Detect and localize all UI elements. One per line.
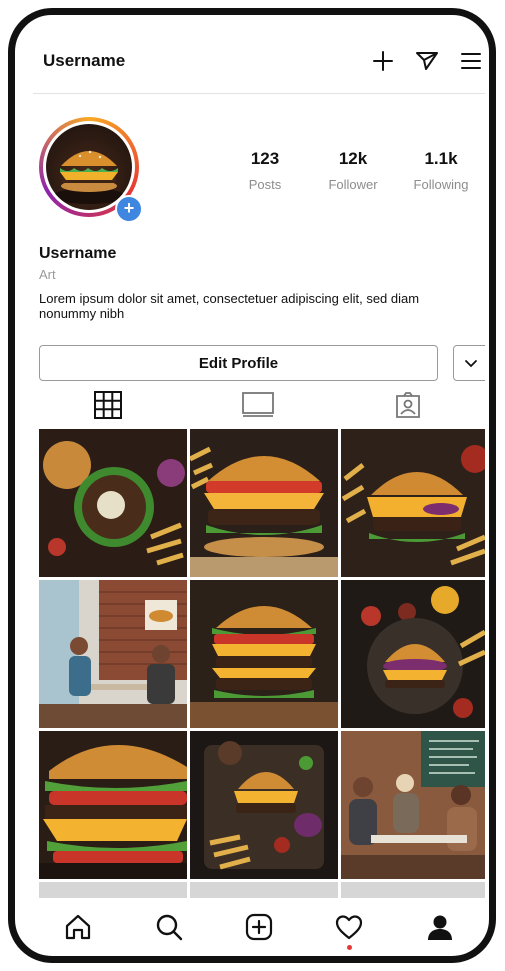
profile-stats: 123 Posts 12k Follower 1.1k Following [221, 149, 485, 199]
post-burger-top-view[interactable] [39, 429, 187, 577]
tagged-icon [396, 392, 420, 418]
stat-followers[interactable]: 12k Follower [309, 149, 397, 199]
send-icon[interactable] [413, 47, 441, 75]
nav-activity[interactable] [329, 907, 369, 950]
posts-grid [39, 429, 485, 879]
reels-icon [242, 392, 274, 417]
profile-name: Username [39, 245, 117, 262]
post-burger-board-fries[interactable] [190, 731, 338, 879]
home-icon [66, 914, 91, 940]
nav-profile[interactable] [420, 907, 460, 947]
stat-following[interactable]: 1.1k Following [397, 149, 485, 199]
tab-tagged[interactable] [333, 383, 483, 427]
notification-dot [347, 945, 353, 950]
header-actions [369, 47, 485, 75]
top-bar: Username [33, 33, 485, 94]
create-icon [245, 913, 273, 941]
profile-section: + 123 Posts 12k Follower 1.1k Following … [33, 109, 485, 409]
header-username[interactable]: Username [43, 51, 125, 71]
search-icon [156, 914, 182, 941]
screen: Username + 123 Posts 12k Follower 1.1k F… [33, 33, 485, 952]
stat-posts-label: Posts [248, 177, 282, 192]
grid-next-row [39, 882, 485, 898]
nav-create[interactable] [239, 907, 279, 947]
add-story-icon[interactable]: + [115, 195, 143, 223]
post-burger-cheese-fries[interactable] [190, 429, 338, 577]
nav-search[interactable] [149, 907, 189, 947]
avatar[interactable]: + [39, 117, 143, 223]
post-cafe-friends[interactable] [341, 731, 485, 879]
heart-icon [336, 915, 363, 940]
stat-posts[interactable]: 123 Posts [221, 149, 309, 199]
grid-icon [94, 391, 122, 419]
avatar-burger-image [46, 124, 132, 210]
chevron-down-icon[interactable] [453, 345, 485, 381]
tab-reels[interactable] [183, 383, 333, 427]
edit-profile-button[interactable]: Edit Profile [39, 345, 438, 381]
stat-following-label: Following [413, 177, 469, 192]
phone-frame: Username + 123 Posts 12k Follower 1.1k F… [8, 8, 496, 963]
post-burger-plate-top[interactable] [341, 580, 485, 728]
stat-following-value: 1.1k [424, 149, 458, 168]
post-double-burger[interactable] [190, 580, 338, 728]
plus-icon[interactable] [369, 47, 397, 75]
tab-grid[interactable] [33, 383, 183, 427]
post-burger-closeup[interactable] [39, 731, 187, 879]
stat-followers-value: 12k [338, 149, 368, 168]
nav-home[interactable] [58, 907, 98, 947]
menu-icon[interactable] [457, 47, 485, 75]
stat-posts-value: 123 [250, 149, 280, 168]
content-tabs [33, 383, 485, 427]
profile-category: Art [39, 267, 56, 282]
bottom-nav [33, 901, 485, 952]
profile-icon [427, 915, 452, 940]
profile-bio: Lorem ipsum dolor sit amet, consectetuer… [39, 291, 420, 321]
post-burger-onion-sauce[interactable] [341, 429, 485, 577]
post-restaurant-people[interactable] [39, 580, 187, 728]
stat-followers-label: Follower [328, 177, 378, 192]
